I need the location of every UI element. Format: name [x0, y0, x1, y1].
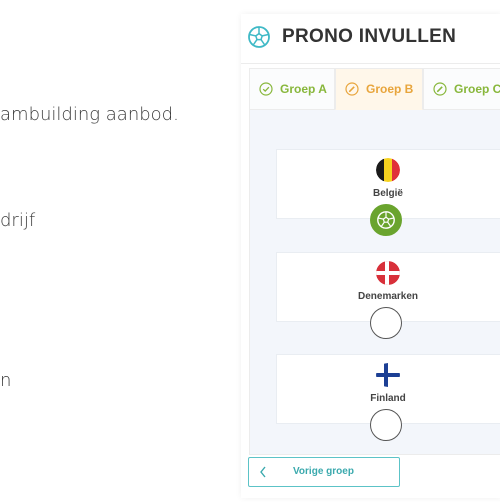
tab-label: Groep C [454, 82, 500, 96]
belgium-flag-icon [376, 158, 400, 182]
denmark-flag-icon [376, 261, 400, 285]
team-name: België [372, 188, 403, 199]
group-tabs: Groep A Groep B Groep C [249, 68, 500, 110]
tab-groep-b[interactable]: Groep B [335, 68, 423, 110]
pencil-icon [433, 82, 447, 96]
pick-button-finland[interactable] [370, 409, 402, 441]
pencil-icon [345, 82, 359, 96]
panel-header: PRONO INVULLEN [241, 14, 500, 64]
team-name: Denemarken [357, 291, 419, 302]
finland-flag-icon [376, 363, 400, 387]
background-text-line-1: ambuilding aanbod. [0, 104, 179, 125]
tab-groep-c[interactable]: Groep C [423, 68, 500, 110]
pick-button-belgie[interactable] [370, 204, 402, 236]
soccer-ball-icon [248, 26, 270, 48]
previous-group-button[interactable]: Vorige groep [248, 457, 400, 487]
check-icon [259, 82, 273, 96]
group-content: België Denemarken Finland [249, 110, 500, 455]
previous-group-label: Vorige groep [293, 466, 354, 477]
panel-title: PRONO INVULLEN [282, 26, 457, 47]
tab-groep-a[interactable]: Groep A [249, 68, 335, 110]
tab-label: Groep A [280, 82, 327, 96]
tab-label: Groep B [366, 82, 414, 96]
prono-panel: PRONO INVULLEN Groep A Groep B Groep C B… [241, 14, 500, 498]
team-name: Finland [370, 393, 406, 404]
chevron-left-icon [260, 466, 266, 478]
background-text-line-3: n [0, 370, 12, 391]
soccer-ball-icon [377, 211, 395, 229]
background-text-line-2: drijf [0, 210, 36, 231]
pick-button-denemarken[interactable] [370, 307, 402, 339]
